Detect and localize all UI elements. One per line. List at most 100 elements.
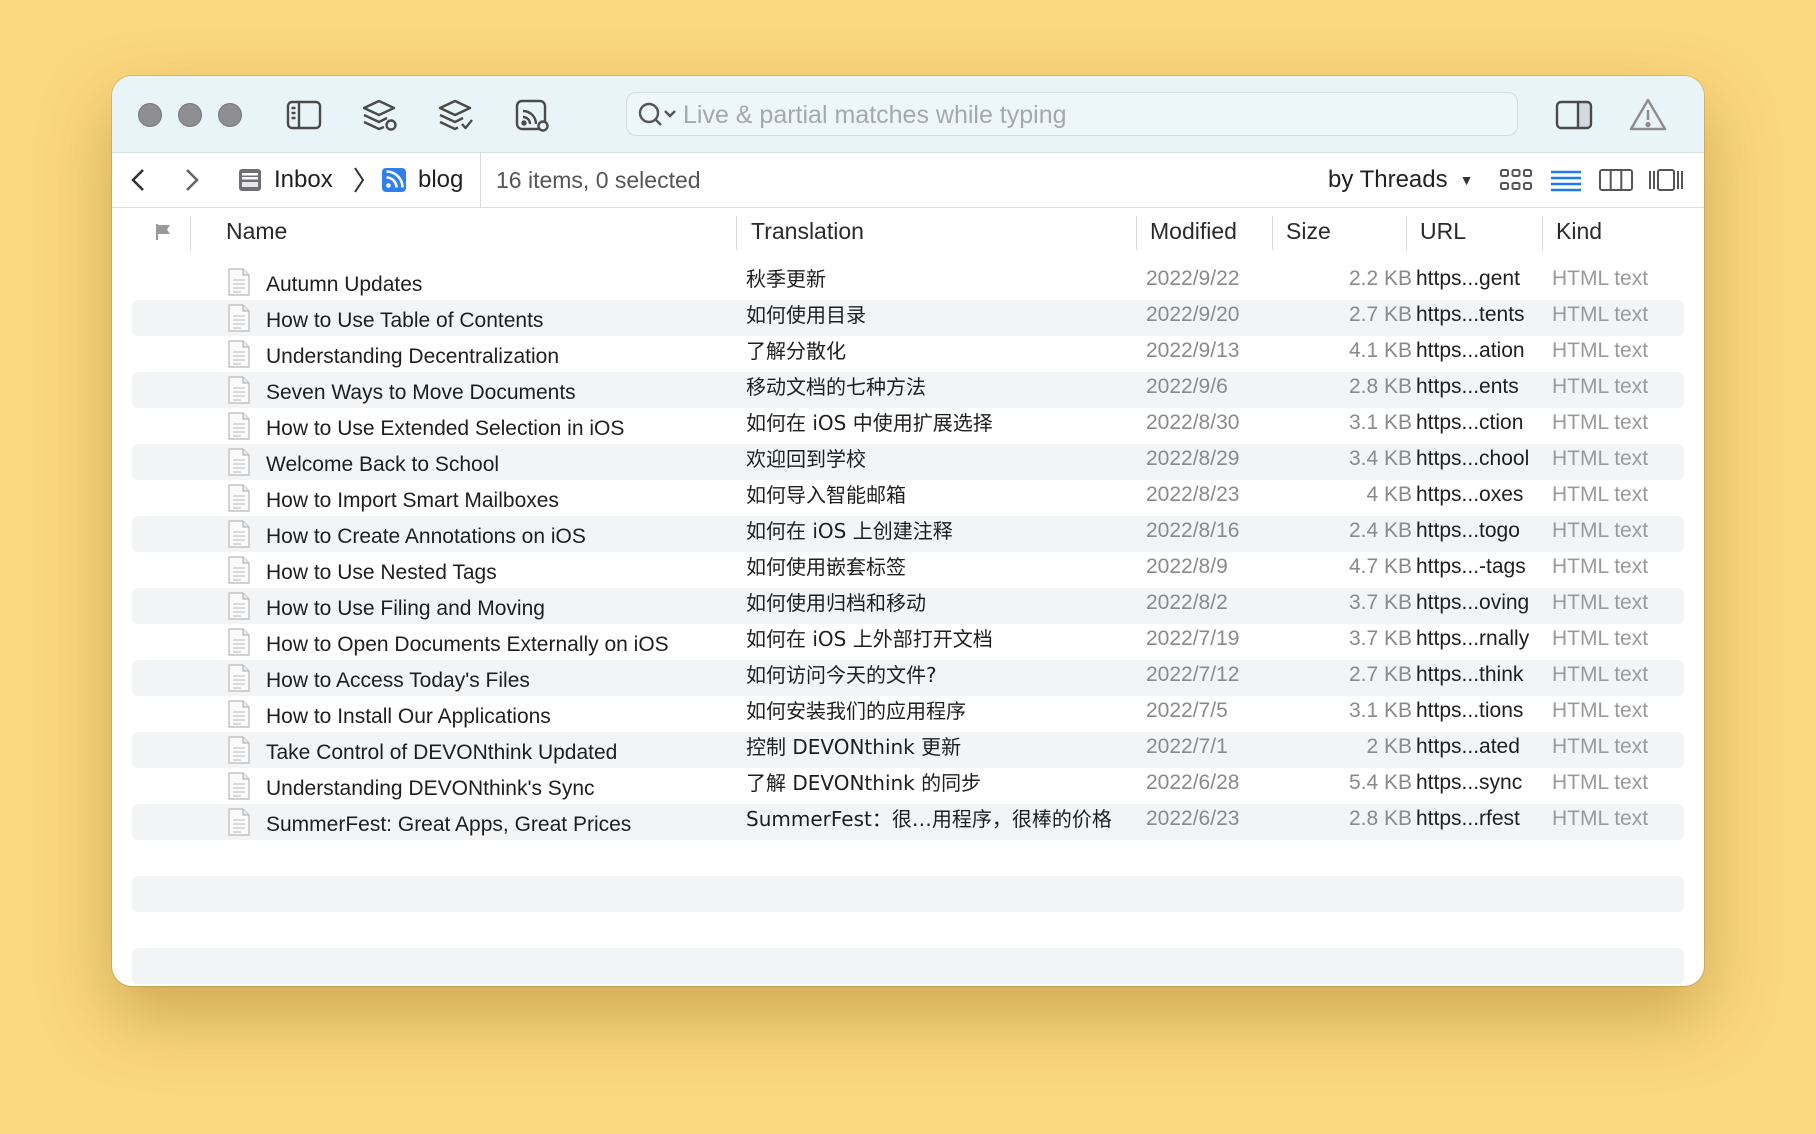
feed-refresh-icon[interactable] <box>510 93 554 137</box>
row-kind: HTML text <box>1552 375 1649 398</box>
column-header-translation[interactable]: Translation <box>751 218 864 245</box>
column-header-name[interactable]: Name <box>226 218 287 245</box>
breadcrumb-separator-icon <box>350 163 368 197</box>
row-modified: 2022/7/12 <box>1146 663 1240 686</box>
row-translation: 欢迎回到学校 <box>746 447 866 471</box>
html-document-icon <box>227 412 251 440</box>
column-header-modified[interactable]: Modified <box>1150 218 1237 245</box>
column-header-url[interactable]: URL <box>1420 218 1466 245</box>
row-size: 4.7 KB <box>1348 555 1412 578</box>
row-size: 5.4 KB <box>1348 771 1412 794</box>
column-separator[interactable] <box>1272 216 1273 250</box>
row-url: https...tions <box>1416 699 1524 722</box>
html-document-icon <box>227 664 251 692</box>
table-row[interactable]: Seven Ways to Move Documents 移动文档的七种方法 202… <box>132 372 1684 408</box>
row-size: 4 KB <box>1366 483 1412 506</box>
row-name: How to Use Nested Tags <box>266 561 497 584</box>
list-view-button[interactable] <box>1548 165 1584 195</box>
row-translation: 如何访问今天的文件? <box>746 663 937 687</box>
row-name: Take Control of DEVONthink Updated <box>266 741 618 764</box>
html-document-icon <box>227 808 251 836</box>
html-document-icon <box>227 736 251 764</box>
layers-check-icon[interactable] <box>434 93 478 137</box>
row-url: https...sync <box>1416 771 1523 794</box>
row-url: https...rnally <box>1416 627 1530 650</box>
row-name: SummerFest: Great Apps, Great Prices <box>266 813 632 836</box>
row-translation: 秋季更新 <box>746 267 826 291</box>
row-kind: HTML text <box>1552 519 1649 542</box>
table-row[interactable]: How to Use Filing and Moving 如何使用归档和移动 202… <box>132 588 1684 624</box>
row-translation: 如何在 iOS 上创建注释 <box>746 519 953 543</box>
table-row[interactable]: Autumn Updates 秋季更新 2022/9/22 2.2 KB https..… <box>132 264 1684 300</box>
close-window-button[interactable] <box>138 103 162 127</box>
row-modified: 2022/6/23 <box>1146 807 1240 830</box>
warning-icon[interactable] <box>1626 93 1670 137</box>
row-translation: 如何使用目录 <box>746 303 866 327</box>
row-url: https...think <box>1416 663 1524 686</box>
table-row[interactable]: How to Access Today's Files 如何访问今天的文件? 202… <box>132 660 1684 696</box>
row-modified: 2022/8/29 <box>1146 447 1240 470</box>
zoom-window-button[interactable] <box>218 103 242 127</box>
row-modified: 2022/9/13 <box>1146 339 1240 362</box>
column-header-kind[interactable]: Kind <box>1556 218 1602 245</box>
row-size: 3.1 KB <box>1348 411 1412 434</box>
layers-sync-icon[interactable] <box>358 93 402 137</box>
row-url: https...oving <box>1416 591 1530 614</box>
table-row[interactable]: How to Install Our Applications 如何安装我们的应用… <box>132 696 1684 732</box>
row-kind: HTML text <box>1552 627 1649 650</box>
back-button[interactable] <box>122 163 156 197</box>
column-separator[interactable] <box>190 216 191 250</box>
table-row[interactable]: How to Use Extended Selection in iOS 如何在 … <box>132 408 1684 444</box>
column-separator[interactable] <box>1136 216 1137 250</box>
icon-view-button[interactable] <box>1498 165 1534 195</box>
row-kind: HTML text <box>1552 339 1649 362</box>
search-field[interactable] <box>626 92 1518 137</box>
row-size: 2.7 KB <box>1348 303 1412 326</box>
cover-flow-view-button[interactable] <box>1648 165 1684 195</box>
table-row[interactable]: How to Use Table of Contents 如何使用目录 2022/9… <box>132 300 1684 336</box>
html-document-icon <box>227 340 251 368</box>
row-name: How to Install Our Applications <box>266 705 551 728</box>
column-separator[interactable] <box>1406 216 1407 250</box>
search-input[interactable] <box>681 93 1505 137</box>
table-row[interactable]: Take Control of DEVONthink Updated 控制 DEV… <box>132 732 1684 768</box>
row-translation: 控制 DEVONthink 更新 <box>746 735 962 759</box>
row-name: Understanding DEVONthink's Sync <box>266 777 595 800</box>
column-header-size[interactable]: Size <box>1286 218 1331 245</box>
sidebar-toggle-icon[interactable] <box>282 93 326 137</box>
breadcrumb-inbox[interactable]: Inbox <box>236 163 333 197</box>
table-row[interactable]: How to Import Smart Mailboxes 如何导入智能邮箱 202… <box>132 480 1684 516</box>
row-name: How to Open Documents Externally on iOS <box>266 633 669 656</box>
row-url: https...togo <box>1416 519 1520 542</box>
inspector-toggle-icon[interactable] <box>1552 93 1596 137</box>
row-name: How to Create Annotations on iOS <box>266 525 586 548</box>
table-row[interactable]: How to Create Annotations on iOS 如何在 iOS … <box>132 516 1684 552</box>
flag-column-icon[interactable] <box>154 222 172 247</box>
row-name: How to Use Table of Contents <box>266 309 544 332</box>
table-row[interactable]: Understanding Decentralization 了解分散化 2022/… <box>132 336 1684 372</box>
breadcrumb-blog[interactable]: blog <box>380 163 463 197</box>
row-kind: HTML text <box>1552 411 1649 434</box>
table-row[interactable]: SummerFest: Great Apps, Great Prices Summ… <box>132 804 1684 840</box>
row-name: Understanding Decentralization <box>266 345 560 368</box>
row-name: Welcome Back to School <box>266 453 500 476</box>
column-separator[interactable] <box>1542 216 1543 250</box>
forward-button[interactable] <box>174 163 208 197</box>
row-modified: 2022/8/9 <box>1146 555 1228 578</box>
row-size: 3.1 KB <box>1348 699 1412 722</box>
minimize-window-button[interactable] <box>178 103 202 127</box>
table-row[interactable]: How to Open Documents Externally on iOS 如… <box>132 624 1684 660</box>
table-row[interactable]: Welcome Back to School 欢迎回到学校 2022/8/29 3.4… <box>132 444 1684 480</box>
row-translation: 如何使用归档和移动 <box>746 591 926 615</box>
table-row[interactable]: Understanding DEVONthink's Sync 了解 DEVONt… <box>132 768 1684 804</box>
app-window: Inbox blog 16 items, 0 selected by Threa… <box>112 76 1704 986</box>
empty-row <box>132 876 1684 912</box>
column-separator[interactable] <box>736 216 737 250</box>
row-translation: 了解分散化 <box>746 339 846 363</box>
row-name: Seven Ways to Move Documents <box>266 381 576 404</box>
sort-dropdown[interactable]: by Threads ▼ <box>1328 166 1473 194</box>
row-size: 4.1 KB <box>1348 339 1412 362</box>
item-count-status: 16 items, 0 selected <box>496 167 701 193</box>
column-view-button[interactable] <box>1598 165 1634 195</box>
table-row[interactable]: How to Use Nested Tags 如何使用嵌套标签 2022/8/9 4.… <box>132 552 1684 588</box>
